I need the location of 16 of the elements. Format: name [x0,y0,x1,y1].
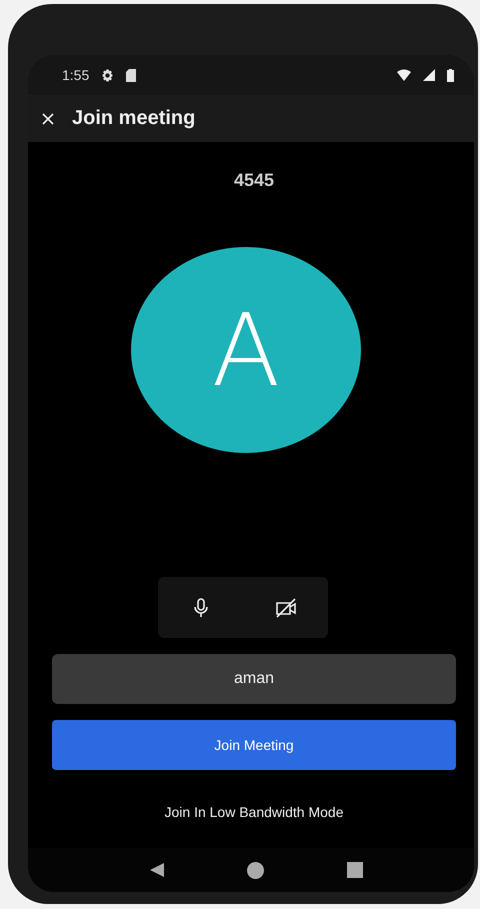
name-field[interactable]: aman [52,654,456,704]
meeting-id: 4545 [234,170,274,191]
wifi-icon [397,69,411,81]
avatar: A [131,247,361,453]
join-meeting-button[interactable]: Join Meeting [52,720,456,770]
signal-icon [423,69,435,81]
low-bandwidth-link[interactable]: Join In Low Bandwidth Mode [162,802,346,822]
screen-title: Join meeting [72,107,196,130]
battery-icon [447,68,454,82]
settings-icon [101,68,114,82]
close-icon[interactable] [42,112,54,124]
recents-icon[interactable] [346,862,363,878]
home-icon[interactable] [247,862,264,878]
clock: 1:55 [62,67,90,83]
back-icon[interactable] [149,862,166,878]
sd-card-icon [126,68,136,82]
